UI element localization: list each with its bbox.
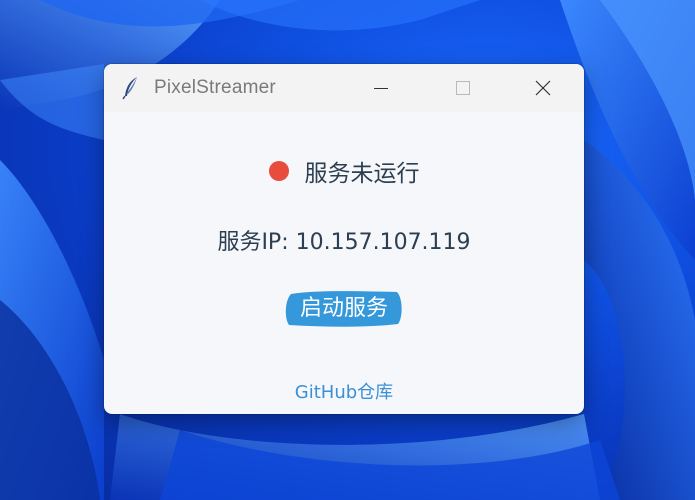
desktop-background: PixelStreamer 服务未运行 服务IP: 10.157.107.119… <box>0 0 695 500</box>
start-service-button[interactable]: 启动服务 <box>285 288 403 328</box>
github-repo-link[interactable]: GitHub仓库 <box>104 378 584 404</box>
title-bar[interactable]: PixelStreamer <box>104 64 584 112</box>
status-row: 服务未运行 <box>104 154 584 188</box>
server-ip-label: 服务IP: 10.157.107.119 <box>217 230 471 255</box>
close-button[interactable] <box>520 64 566 112</box>
window-content: 服务未运行 服务IP: 10.157.107.119 启动服务 GitHub仓库 <box>104 112 584 414</box>
minimize-button[interactable] <box>358 64 404 112</box>
maximize-button[interactable] <box>440 64 486 112</box>
maximize-icon <box>456 81 470 95</box>
app-window: PixelStreamer 服务未运行 服务IP: 10.157.107.119… <box>104 64 584 414</box>
close-icon <box>535 80 551 96</box>
minimize-icon <box>374 88 388 89</box>
window-title: PixelStreamer <box>154 77 276 98</box>
feather-icon <box>122 76 140 100</box>
start-service-label: 启动服务 <box>299 295 388 320</box>
status-text: 服务未运行 <box>304 161 420 187</box>
status-indicator <box>268 161 289 181</box>
